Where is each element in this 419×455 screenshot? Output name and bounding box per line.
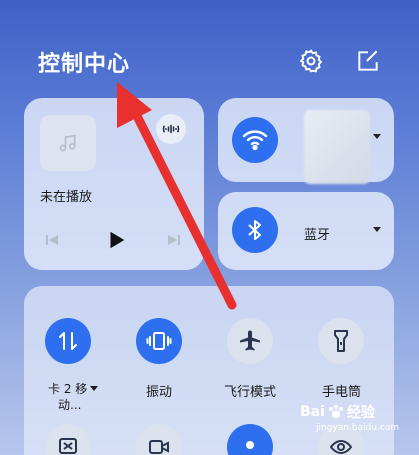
watermark: Bai 经验 bbox=[300, 402, 375, 422]
watermark-url: jingyan.baidu.com bbox=[316, 423, 400, 433]
annotation-arrow bbox=[117, 82, 237, 310]
watermark-brand: Bai bbox=[300, 404, 325, 420]
watermark-brand2: 经验 bbox=[346, 405, 375, 421]
paw-icon bbox=[328, 405, 343, 418]
